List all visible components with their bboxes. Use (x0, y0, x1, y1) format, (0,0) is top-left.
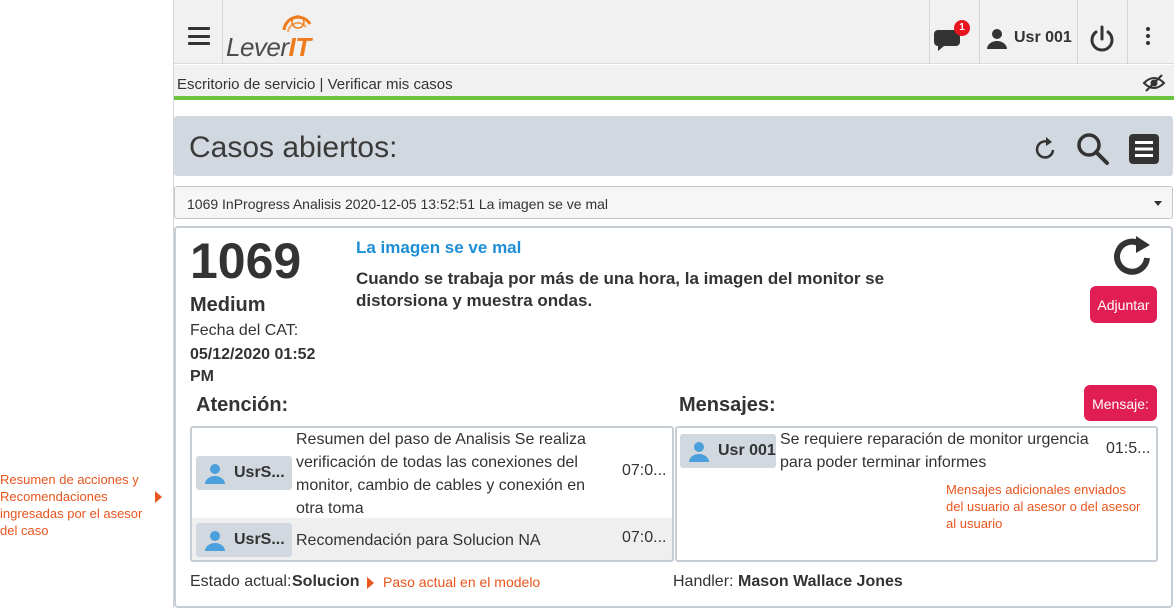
attention-list[interactable]: UsrS... Resumen del paso de Analisis Se … (190, 426, 674, 562)
date-value: 05/12/2020 01:52 PM (190, 346, 316, 385)
user-chip: UsrS... (196, 456, 292, 490)
divider (979, 0, 980, 64)
page-title: Casos abiertos: (189, 131, 398, 164)
handler-value: Mason Wallace Jones (738, 573, 903, 590)
breadcrumb[interactable]: Escritorio de servicio | Verificar mis c… (177, 76, 453, 93)
divider (1127, 0, 1128, 64)
user-chip: Usr 001 (680, 434, 776, 468)
list-item[interactable]: Usr 001 Se requiere reparación de monito… (677, 428, 1156, 478)
status-label: Estado actual: (190, 573, 292, 590)
list-item-time: 07:0... (622, 529, 667, 546)
attach-button[interactable]: Adjuntar (1090, 286, 1157, 323)
annotation-arrow-icon (367, 577, 374, 589)
user-icon (689, 442, 709, 462)
app-window: LeverIT 1 Usr 001 Escritorio de servicio… (173, 0, 1174, 608)
divider (222, 0, 223, 64)
status-value: Solucion (292, 573, 360, 590)
reload-case-icon[interactable] (1112, 236, 1158, 276)
user-menu-button[interactable]: Usr 001 (986, 24, 1072, 52)
chevron-down-icon (1154, 201, 1162, 206)
power-icon[interactable] (1087, 24, 1117, 54)
menu-icon[interactable] (188, 27, 210, 45)
date-label: Fecha del CAT: (190, 322, 299, 339)
case-subject: La imagen se ve mal (356, 238, 522, 257)
attention-title: Atención: (196, 394, 289, 416)
user-name: Usr 001 (1014, 29, 1072, 46)
user-chip-label: UsrS... (234, 531, 285, 548)
handler-label: Handler: (673, 573, 734, 590)
list-item[interactable]: UsrS... Resumen del paso de Analisis Se … (192, 428, 672, 518)
breadcrumb-bar: Escritorio de servicio | Verificar mis c… (174, 65, 1174, 100)
case-description: Cuando se trabaja por más de una hora, l… (356, 269, 885, 310)
annotation-messages: Mensajes adicionales enviados del usuari… (946, 482, 1141, 531)
search-icon[interactable] (1076, 132, 1110, 166)
user-icon (987, 29, 1007, 49)
user-icon (205, 531, 225, 551)
list-item-time: 01:5... (1106, 440, 1151, 457)
eye-hidden-icon[interactable] (1142, 73, 1166, 93)
more-options-icon[interactable] (1146, 27, 1152, 47)
refresh-icon[interactable] (1034, 136, 1058, 162)
message-button[interactable]: Mensaje: (1084, 385, 1157, 421)
user-chip-label: Usr 001 (718, 442, 776, 459)
cases-header: Casos abiertos: (174, 116, 1173, 176)
list-item-text: Se requiere reparación de monitor urgenc… (780, 431, 1089, 471)
list-item-text: Recomendación para Solucion NA (296, 532, 541, 549)
case-priority: Medium (190, 294, 266, 316)
notification-badge: 1 (954, 20, 970, 36)
annotation-actions-summary: Resumen de acciones y Recomendaciones in… (0, 472, 143, 538)
case-select[interactable]: 1069 InProgress Analisis 2020-12-05 13:5… (174, 186, 1173, 219)
user-chip: UsrS... (196, 523, 292, 557)
top-bar: LeverIT 1 Usr 001 (174, 0, 1174, 64)
list-icon[interactable] (1129, 134, 1159, 164)
divider (1077, 0, 1078, 64)
user-chip-label: UsrS... (234, 464, 285, 481)
user-icon (205, 464, 225, 484)
annotation-state: Paso actual en el modelo (383, 574, 541, 590)
annotation-arrow-icon (155, 491, 162, 503)
case-select-value: 1069 InProgress Analisis 2020-12-05 13:5… (187, 196, 609, 212)
list-item-time: 07:0... (622, 462, 667, 479)
list-item-text: Resumen del paso de Analisis Se realiza … (296, 431, 586, 517)
case-number: 1069 (190, 233, 302, 289)
messages-title: Mensajes: (679, 394, 776, 416)
list-item[interactable]: UsrS... Recomendación para Solucion NA 0… (192, 518, 672, 560)
logo-text: LeverIT (226, 32, 311, 62)
